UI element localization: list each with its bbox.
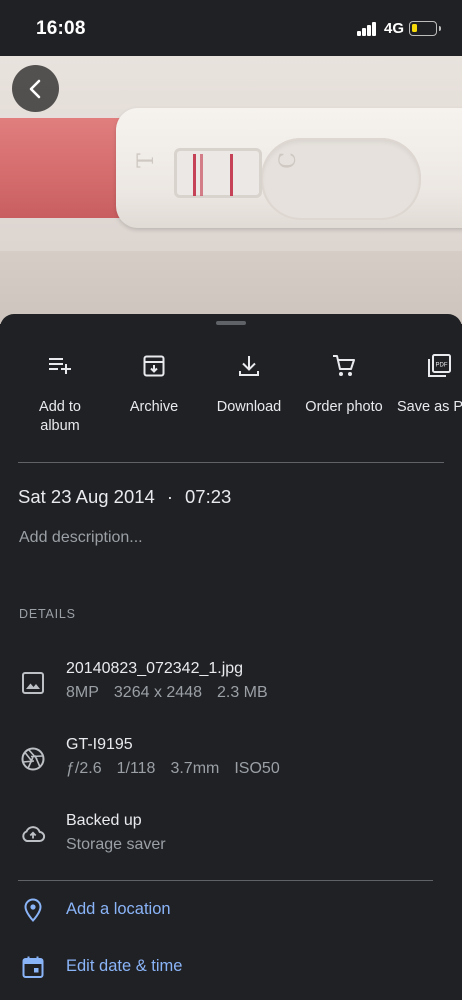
location-pin-icon [24,898,42,922]
aperture-icon [21,747,45,771]
signal-icon [357,22,377,36]
cart-icon [333,355,355,376]
divider [18,462,444,463]
camera-iso: ISO50 [234,760,280,777]
backup-quality: Storage saver [66,836,166,853]
camera-specs: ƒ/2.6 1/118 3.7mm ISO50 [66,760,295,778]
cloud-done-icon [22,826,46,843]
file-size: 2.3 MB [216,684,268,701]
camera-exposure: 1/118 [116,760,156,777]
file-specs: 8MP 3264 x 2448 2.3 MB [66,684,283,702]
camera-info-row: GT-I9195 ƒ/2.6 1/118 3.7mm ISO50 [0,736,462,784]
chevron-left-icon [29,79,40,98]
status-time: 16:08 [36,18,86,39]
photo-preview[interactable]: T C [0,56,462,324]
divider [18,880,433,881]
file-megapixels: 8MP [66,684,99,701]
download-button[interactable]: Download [201,352,297,417]
camera-aperture: ƒ/2.6 [66,760,102,777]
status-bar: 16:08 4G [0,0,462,56]
archive-label: Archive [129,399,179,415]
playlist-add-icon [49,358,71,374]
edit-datetime-link[interactable]: Edit date & time [66,957,182,976]
date-separator: · [166,486,173,507]
image-icon [22,672,44,694]
download-icon [239,356,259,376]
battery-icon [409,21,441,36]
add-to-album-button[interactable]: Add to album [12,352,108,436]
file-name: 20140823_072342_1.jpg [66,660,244,677]
date-time-row[interactable]: Sat 23 Aug 2014 · 07:23 [18,486,231,508]
back-button[interactable] [12,65,59,112]
edit-datetime-row[interactable]: Edit date & time [0,953,462,983]
drag-handle[interactable] [216,321,246,325]
network-type: 4G [384,20,405,37]
add-to-album-label: Add to album [39,399,81,434]
archive-button[interactable]: Archive [106,352,202,417]
photo-time: 07:23 [185,486,232,507]
action-row: Add to album Archive Download Order phot… [0,352,462,442]
calendar-icon [22,956,44,978]
pdf-icon: PDF [428,354,451,377]
file-resolution: 3264 x 2448 [113,684,202,701]
save-as-pdf-label: Save as P [397,399,462,415]
backup-status: Backed up [66,812,142,829]
camera-model: GT-I9195 [66,736,133,753]
test-letter-c: C [275,152,301,169]
test-letter-t: T [133,153,159,168]
add-location-link[interactable]: Add a location [66,900,171,919]
save-as-pdf-button[interactable]: PDF Save as P [391,352,462,417]
details-heading: DETAILS [19,607,76,621]
order-photo-button[interactable]: Order photo [296,352,392,417]
svg-text:PDF: PDF [436,363,448,369]
archive-icon [143,355,165,377]
camera-focal-length: 3.7mm [170,760,220,777]
file-info-row: 20140823_072342_1.jpg 8MP 3264 x 2448 2.3 … [0,660,462,708]
pregnancy-test-image: T C [0,108,462,228]
description-input[interactable]: Add description... [19,529,143,547]
info-sheet: Add to album Archive Download Order phot… [0,314,462,1000]
photo-date: Sat 23 Aug 2014 [18,486,155,507]
download-label: Download [216,399,282,415]
order-photo-label: Order photo [305,399,383,415]
add-location-row[interactable]: Add a location [0,896,462,926]
backup-info-row[interactable]: Backed up Storage saver [0,812,462,860]
